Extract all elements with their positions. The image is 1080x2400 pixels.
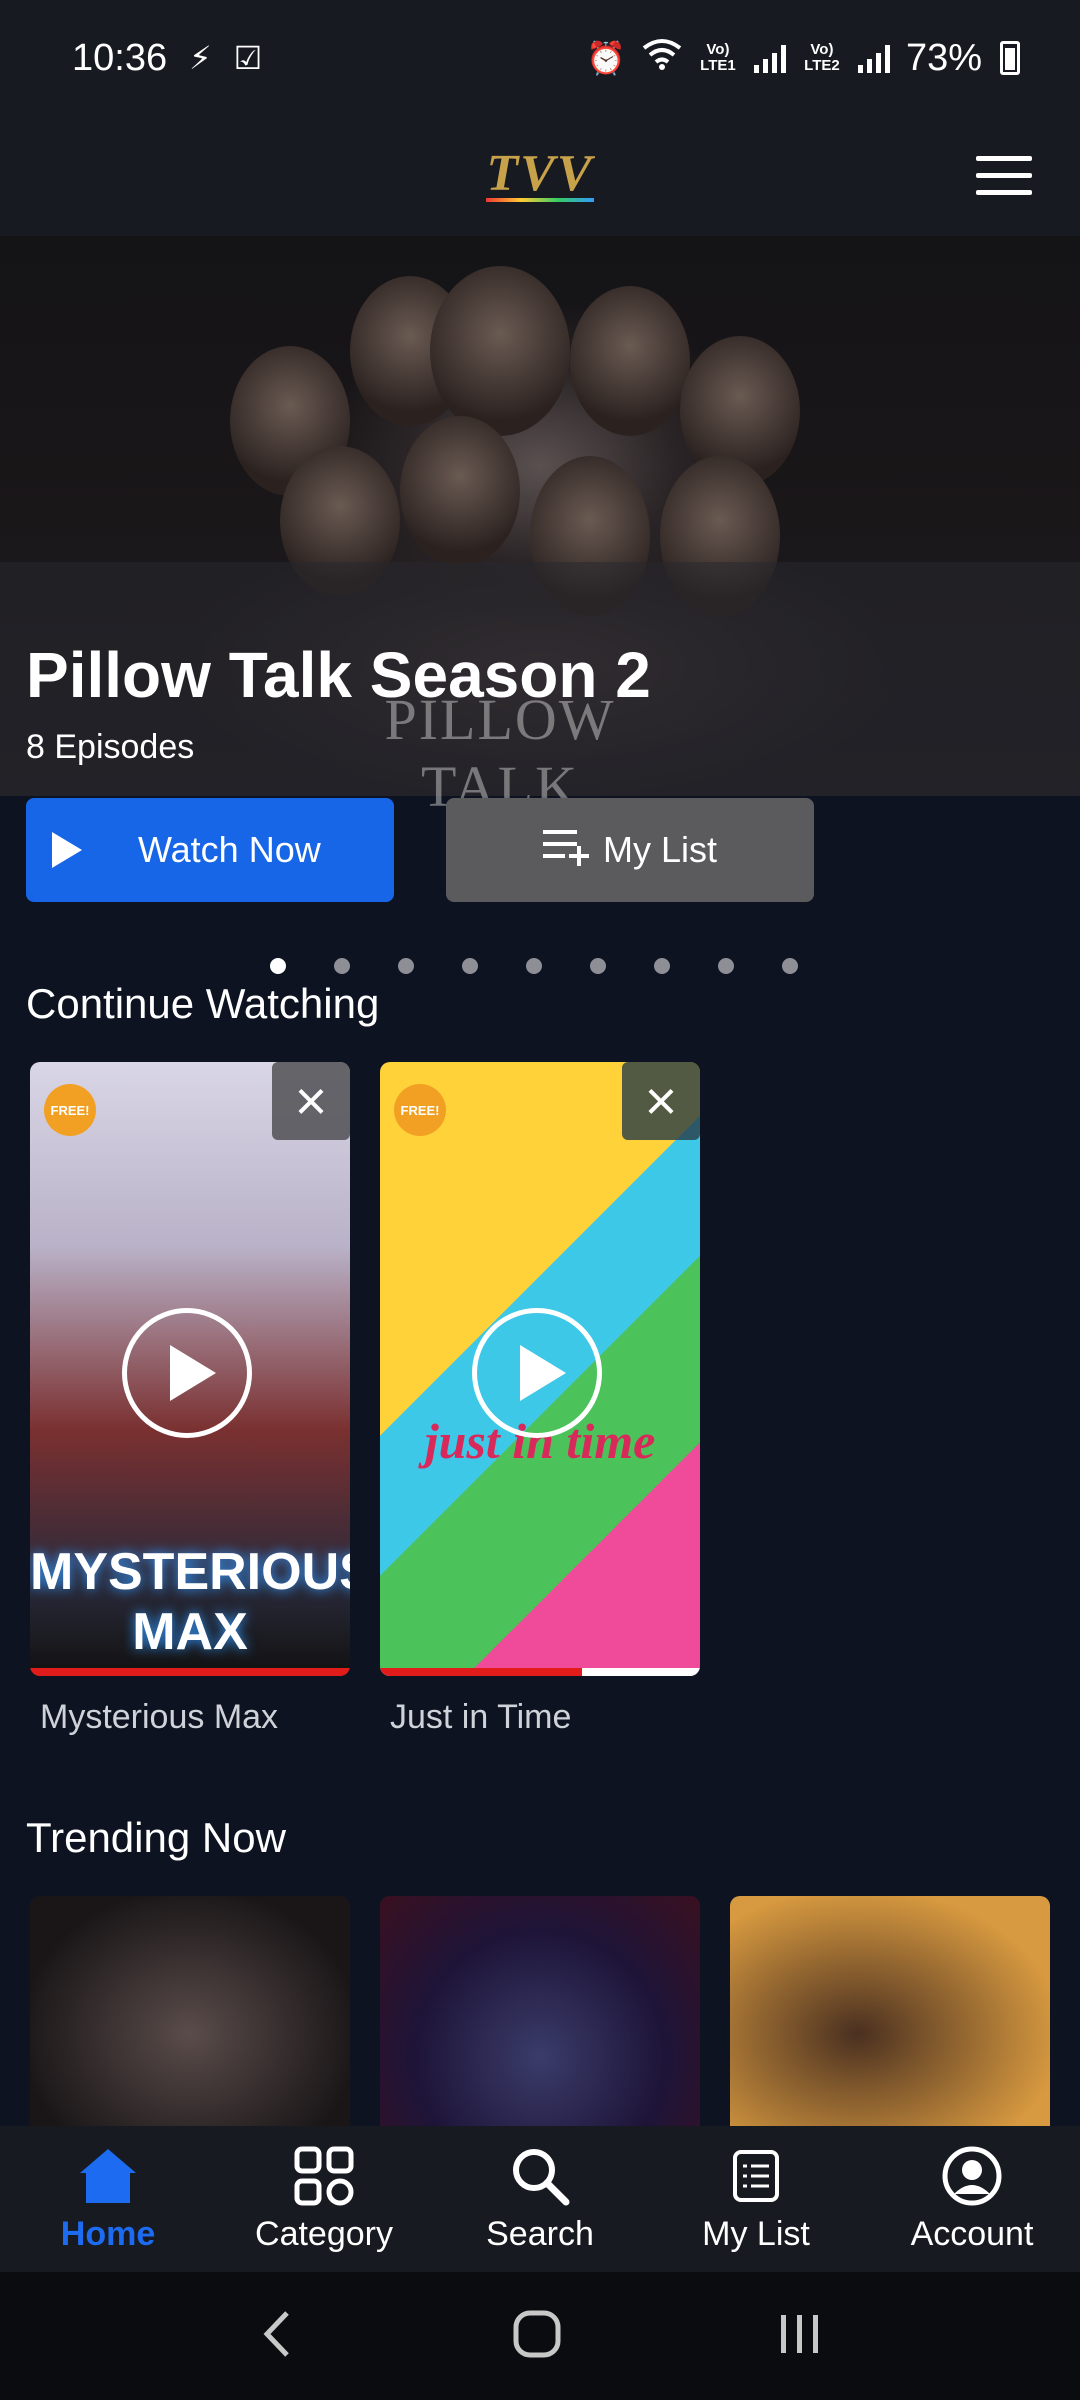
bolt-icon: ⚡ [189,40,212,76]
card-title: Just in Time [390,1698,572,1736]
trending-now-title: Trending Now [26,1814,286,1861]
carousel-indicator [270,958,798,974]
continue-card-mysterious-max[interactable]: FREE! MYSTERIOUS MAX × [30,1062,350,1676]
grid-icon [294,2145,354,2207]
hamburger-menu-icon[interactable] [976,156,1032,196]
nav-search[interactable]: Search [432,2126,648,2272]
play-icon[interactable] [122,1308,252,1438]
nav-my-list[interactable]: My List [648,2126,864,2272]
nav-label: My List [702,2214,810,2253]
my-list-label: My List [602,829,717,870]
watch-now-label: Watch Now [138,829,321,870]
recents-icon[interactable] [777,2311,823,2362]
app-screen: 10:36 ⚡ ☑ ⏰ Vo) LTE1 Vo) LTE2 73% TVV PI… [0,0,1080,2400]
signal-icon [753,43,786,73]
bottom-navigation: Home Category Search My List Account [0,2126,1080,2272]
carousel-dot[interactable] [718,958,734,974]
watch-now-button[interactable]: Watch Now [26,798,394,902]
poster-title: MYSTERIOUS MAX [30,1543,350,1661]
signal-icon [857,43,890,73]
card-title: Mysterious Max [40,1698,279,1736]
carousel-dot[interactable] [270,958,286,974]
battery-percent: 73% [905,36,982,79]
carousel-dot[interactable] [526,958,542,974]
free-badge: FREE! [44,1084,96,1136]
nav-label: Account [910,2214,1034,2253]
battery-icon [1000,41,1020,75]
watch-progress [30,1668,350,1676]
carousel-dot[interactable] [334,958,350,974]
hero-title: Pillow Talk Season 2 [26,639,651,711]
carousel-dot[interactable] [398,958,414,974]
trending-card[interactable] [380,1896,700,2126]
continue-watching-title: Continue Watching [26,980,380,1027]
app-logo[interactable]: TVV [486,148,594,202]
home-button-icon[interactable] [512,2309,562,2364]
search-icon [510,2145,570,2207]
play-icon[interactable] [472,1308,602,1438]
nav-label: Home [60,2214,156,2253]
add-to-my-list-button[interactable]: My List [446,798,814,902]
carousel-dot[interactable] [782,958,798,974]
carousel-dot[interactable] [462,958,478,974]
nav-label: Search [486,2214,594,2253]
nav-account[interactable]: Account [864,2126,1080,2272]
hero-banner[interactable]: PILLOW TALK [0,236,1080,819]
trending-card[interactable] [30,1896,350,2126]
continue-card-just-in-time[interactable]: FREE! just in time × [380,1062,700,1676]
sim1-label: Vo) LTE1 [700,41,736,74]
close-icon[interactable]: × [272,1062,350,1140]
home-icon [78,2145,138,2207]
play-icon [52,832,82,868]
sim2-label: Vo) LTE2 [804,41,840,74]
list-icon [733,2145,779,2207]
wifi-icon [642,37,682,80]
free-badge: FREE! [394,1084,446,1136]
nav-home[interactable]: Home [0,2126,216,2272]
checkbox-icon: ☑ [233,40,263,76]
trending-card[interactable] [730,1896,1050,2126]
nav-label: Category [255,2214,393,2253]
carousel-dot[interactable] [590,958,606,974]
back-icon[interactable] [257,2309,297,2364]
account-icon [942,2145,1002,2207]
hero-episode-count: 8 Episodes [26,728,195,766]
alarm-icon: ⏰ [586,40,626,76]
status-time: 10:36 [72,36,168,79]
system-navigation-bar [0,2272,1080,2400]
watch-progress [380,1668,700,1676]
carousel-dot[interactable] [654,958,670,974]
close-icon[interactable]: × [622,1062,700,1140]
nav-category[interactable]: Category [216,2126,432,2272]
playlist-add-icon [542,826,595,875]
app-header: TVV [0,116,1080,236]
status-bar: 10:36 ⚡ ☑ ⏰ Vo) LTE1 Vo) LTE2 73% [0,0,1080,116]
